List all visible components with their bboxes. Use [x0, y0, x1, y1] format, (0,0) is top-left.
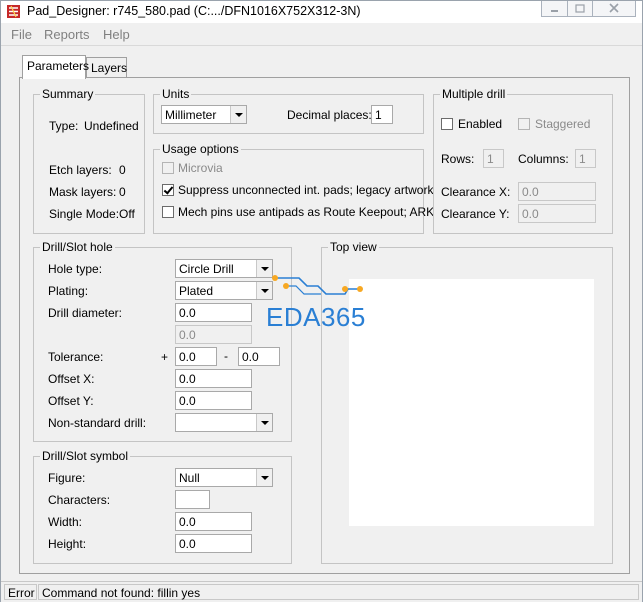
usage-options-group: Usage options Microvia Suppress unconnec…	[153, 142, 434, 234]
microvia-checkbox[interactable]	[162, 162, 174, 174]
figure-select[interactable]: Null	[175, 468, 273, 487]
mech-pins-checkbox[interactable]	[162, 206, 174, 218]
status-message: Command not found: fillin yes	[38, 584, 639, 600]
summary-title: Summary	[40, 87, 96, 101]
units-select[interactable]: Millimeter	[161, 105, 247, 124]
window-title: Pad_Designer: r745_580.pad (C:.../DFN101…	[27, 4, 361, 18]
decimal-places-label: Decimal places:	[287, 108, 372, 122]
maximize-button[interactable]	[567, 1, 593, 17]
single-mode-label: Single Mode:	[49, 207, 120, 221]
chevron-down-icon	[256, 469, 272, 486]
top-view-canvas[interactable]	[349, 279, 594, 526]
maximize-icon	[575, 4, 585, 13]
circuit-trace-logo	[272, 275, 363, 295]
width-label: Width:	[48, 515, 83, 529]
clearance-y-label: Clearance Y:	[441, 207, 510, 221]
type-value: Undefined	[84, 119, 139, 133]
type-label: Type:	[49, 119, 79, 133]
hole-type-select[interactable]: Circle Drill	[175, 259, 273, 278]
suppress-unconnected-label: Suppress unconnected int. pads; legacy a…	[178, 183, 434, 197]
mask-layers-value: 0	[119, 185, 126, 199]
chevron-down-icon	[230, 106, 246, 123]
single-mode-value: Off	[119, 207, 135, 221]
columns-input[interactable]: 1	[575, 149, 596, 168]
decimal-places-input[interactable]: 1	[371, 105, 393, 124]
characters-label: Characters:	[48, 493, 111, 507]
watermark-text: EDA365	[266, 302, 366, 332]
menu-bar: File Reports Help	[1, 24, 642, 45]
plating-value: Plated	[179, 284, 214, 298]
characters-input[interactable]	[175, 490, 210, 509]
units-title: Units	[160, 87, 192, 101]
tab-parameters[interactable]: Parameters	[22, 55, 89, 79]
figure-value: Null	[179, 471, 200, 485]
status-level: Error	[4, 584, 37, 600]
offset-x-input[interactable]: 0.0	[175, 369, 252, 388]
figure-label: Figure:	[48, 471, 86, 485]
non-standard-drill-select[interactable]	[175, 413, 273, 432]
etch-layers-label: Etch layers:	[49, 163, 112, 177]
clearance-y-input[interactable]: 0.0	[518, 204, 596, 223]
close-icon	[609, 3, 619, 13]
multiple-drill-title: Multiple drill	[440, 87, 508, 101]
tab-layers[interactable]: Layers	[86, 57, 127, 78]
offset-y-label: Offset Y:	[48, 394, 94, 408]
menu-file[interactable]: File	[11, 27, 32, 42]
units-group: Units Millimeter Decimal places: 1	[153, 87, 424, 134]
tolerance-label: Tolerance:	[48, 350, 104, 364]
tolerance-plus-sign: +	[161, 350, 169, 364]
drill-slot-symbol-title: Drill/Slot symbol	[40, 449, 131, 463]
width-input[interactable]: 0.0	[175, 512, 252, 531]
chevron-down-icon	[256, 414, 272, 431]
multiple-drill-group: Multiple drill Enabled Staggered Rows: 1…	[433, 87, 613, 234]
staggered-label: Staggered	[535, 117, 591, 131]
hole-type-label: Hole type:	[48, 262, 103, 276]
offset-y-input[interactable]: 0.0	[175, 391, 252, 410]
height-input[interactable]: 0.0	[175, 534, 252, 553]
title-bar: Pad_Designer: r745_580.pad (C:.../DFN101…	[1, 1, 642, 23]
mech-pins-label: Mech pins use antipads as Route Keepout;…	[178, 205, 435, 219]
staggered-checkbox[interactable]	[518, 118, 530, 130]
drill-slot-hole-title: Drill/Slot hole	[40, 240, 115, 254]
units-select-value: Millimeter	[165, 108, 217, 122]
non-standard-drill-label: Non-standard drill:	[48, 416, 147, 430]
summary-group: Summary Type: Undefined Etch layers: 0 M…	[33, 87, 145, 234]
clearance-x-input[interactable]: 0.0	[518, 182, 596, 201]
close-button[interactable]	[592, 1, 636, 17]
eda365-watermark: EDA365	[266, 274, 381, 334]
status-bar: Error Command not found: fillin yes	[1, 581, 642, 602]
columns-label: Columns:	[518, 152, 569, 166]
tolerance-minus-sign: -	[224, 349, 228, 363]
menu-reports[interactable]: Reports	[44, 27, 90, 42]
usage-options-title: Usage options	[160, 142, 241, 156]
menu-help[interactable]: Help	[103, 27, 130, 42]
enabled-checkbox[interactable]	[441, 118, 453, 130]
suppress-unconnected-checkbox[interactable]	[162, 184, 174, 196]
top-view-title: Top view	[328, 240, 379, 254]
drill-diameter-input[interactable]: 0.0	[175, 303, 252, 322]
plating-select[interactable]: Plated	[175, 281, 273, 300]
drill-diameter-label: Drill diameter:	[48, 306, 123, 320]
etch-layers-value: 0	[119, 163, 126, 177]
tolerance-plus-input[interactable]: 0.0	[175, 347, 217, 366]
hole-type-value: Circle Drill	[179, 262, 234, 276]
offset-x-label: Offset X:	[48, 372, 95, 386]
drill-slot-symbol-group: Drill/Slot symbol Figure: Null Character…	[33, 449, 292, 564]
drill-slot-hole-group: Drill/Slot hole Hole type: Circle Drill …	[33, 240, 292, 442]
enabled-label: Enabled	[458, 117, 503, 131]
menu-separator	[1, 45, 642, 46]
tolerance-minus-input[interactable]: 0.0	[238, 347, 280, 366]
height-label: Height:	[48, 537, 87, 551]
minimize-button[interactable]	[541, 1, 568, 17]
clearance-x-label: Clearance X:	[441, 185, 511, 199]
minimize-icon	[551, 10, 558, 12]
drill-diameter-secondary-input[interactable]: 0.0	[175, 325, 252, 344]
pad-designer-app-icon	[7, 5, 20, 18]
rows-input[interactable]: 1	[483, 149, 504, 168]
mask-layers-label: Mask layers:	[49, 185, 117, 199]
rows-label: Rows:	[441, 152, 475, 166]
plating-label: Plating:	[48, 284, 89, 298]
pad-designer-window: Pad_Designer: r745_580.pad (C:.../DFN101…	[0, 0, 643, 602]
microvia-label: Microvia	[178, 161, 223, 175]
